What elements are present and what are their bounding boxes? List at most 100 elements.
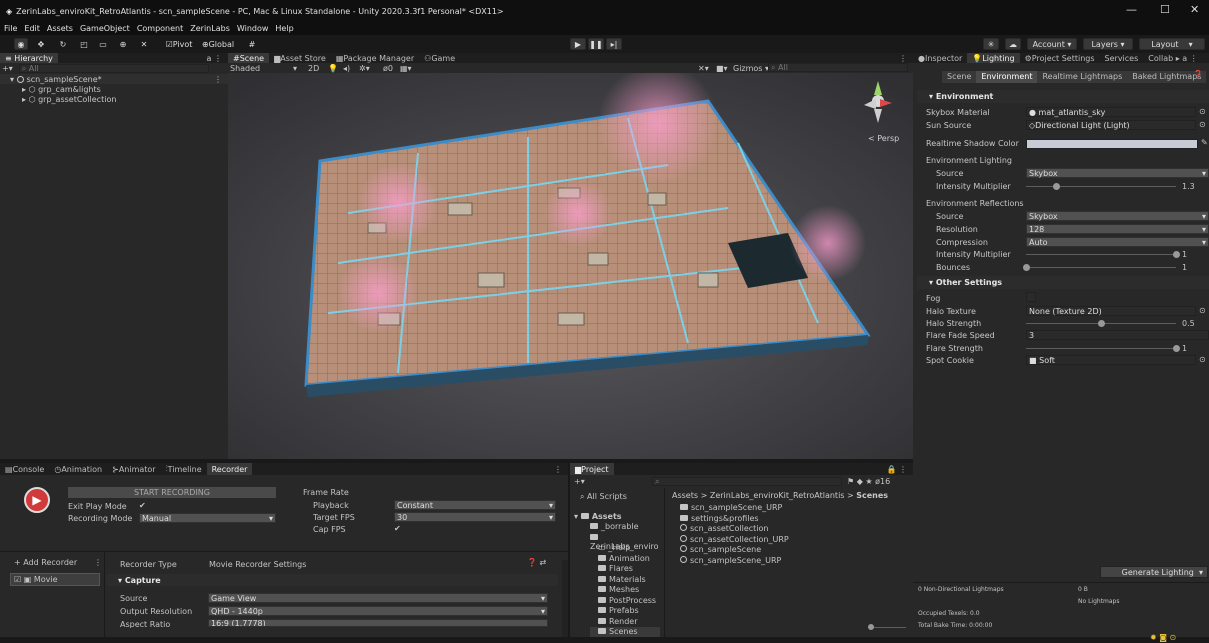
fog-checkbox[interactable] <box>1026 292 1036 302</box>
reflection-intensity-slider[interactable] <box>1026 254 1176 255</box>
hierarchy-scene-row[interactable]: ▾ scn_sampleScene* ⋮ <box>0 74 228 84</box>
tab-project-settings[interactable]: ⚙ Project Settings <box>1020 53 1100 63</box>
add-icon[interactable]: +▾ <box>2 64 13 73</box>
tree-item[interactable]: ZerinLabs_enviro <box>590 533 660 551</box>
capture-section-header[interactable]: ▾ Capture <box>106 574 558 586</box>
maximize-button[interactable]: ☐ <box>1160 3 1170 16</box>
tab-animator[interactable]: ⊱ Animator <box>107 463 160 475</box>
tab-hierarchy[interactable]: ≡ Hierarchy <box>0 53 58 63</box>
tab-lighting[interactable]: 💡 Lighting <box>967 53 1020 63</box>
tree-root-assets[interactable]: ▾ Assets <box>574 512 622 521</box>
move-tool-icon[interactable]: ✥ <box>34 38 48 50</box>
scene-search-input[interactable]: ⌕ All <box>768 63 908 72</box>
lock-icon[interactable]: a ⋮ <box>207 54 222 63</box>
rect-tool-icon[interactable]: ▭ <box>96 38 110 50</box>
account-dropdown[interactable]: Account ▾ <box>1027 38 1077 50</box>
minimize-button[interactable]: — <box>1126 3 1137 16</box>
flare-strength-knob[interactable] <box>1173 345 1180 352</box>
cloud-icon[interactable]: ☁ <box>1005 38 1021 50</box>
file-item[interactable]: settings&profiles <box>680 514 789 525</box>
2d-toggle[interactable]: 2D <box>308 64 319 73</box>
step-button[interactable]: ▸| <box>606 38 622 50</box>
menu-component[interactable]: Component <box>137 24 183 33</box>
reflection-intensity-value[interactable]: 1 <box>1182 250 1187 259</box>
tab-recorder[interactable]: Recorder <box>206 463 253 475</box>
object-picker-icon[interactable]: ⊙ <box>1199 306 1206 315</box>
file-item[interactable]: scn_sampleScene <box>680 545 789 556</box>
tools-icon[interactable]: ✕▾ <box>698 64 709 73</box>
collab-icon[interactable]: ✳ <box>983 38 999 50</box>
project-filter-icons[interactable]: ⚑ ◆ ★ ø16 <box>847 477 890 486</box>
tree-item-selected[interactable]: Scenes <box>590 627 660 638</box>
tab-game[interactable]: ⚇ Game <box>419 53 460 63</box>
menu-gameobject[interactable]: GameObject <box>80 24 130 33</box>
menu-assets[interactable]: Assets <box>47 24 73 33</box>
tree-item[interactable]: Animation <box>590 554 660 565</box>
lighting-source-dropdown[interactable]: Skybox ▾ <box>1026 168 1209 178</box>
object-picker-icon[interactable]: ⊙ <box>1199 355 1206 364</box>
close-button[interactable]: ✕ <box>1190 3 1199 16</box>
breadcrumb-item[interactable]: Scenes <box>856 491 888 500</box>
tree-item[interactable]: Flares <box>590 564 660 575</box>
start-recording-button[interactable]: START RECORDING <box>68 487 276 498</box>
view-tool-icon[interactable]: ◉ <box>14 38 28 50</box>
tab-console[interactable]: ▤ Console <box>0 463 49 475</box>
record-button[interactable]: ▶ <box>24 487 50 513</box>
halo-texture-field[interactable]: None (Texture 2D) <box>1026 306 1196 316</box>
subtab-environment[interactable]: Environment <box>976 70 1038 83</box>
project-search-input[interactable]: ⌕ <box>652 477 842 486</box>
movie-recorder-item[interactable]: ☑ ▣ Movie <box>10 573 100 586</box>
recording-mode-dropdown[interactable]: Manual ▾ <box>139 513 276 523</box>
tab-timeline[interactable]: ⫶ Timeline <box>161 463 207 475</box>
shading-dropdown[interactable]: Shaded <box>230 64 260 73</box>
eyedropper-icon[interactable]: ✎ <box>1201 138 1208 147</box>
hierarchy-item[interactable]: ▸ ⬡ grp_cam&lights <box>0 84 228 94</box>
tab-scene[interactable]: # Scene <box>228 53 270 63</box>
help-icon[interactable]: ❓ <box>1193 70 1203 79</box>
flare-strength-value[interactable]: 1 <box>1182 344 1187 353</box>
resolution-dropdown[interactable]: 128 ▾ <box>1026 224 1209 234</box>
status-icons[interactable]: ✹ ◙ ⊙ <box>1150 633 1176 643</box>
scene-viewport[interactable]: < Persp <box>228 73 913 459</box>
hierarchy-search-input[interactable]: ⌕ All <box>18 64 209 73</box>
menu-window[interactable]: Window <box>237 24 269 33</box>
audio-toggle-icon[interactable]: ◂) <box>343 64 350 73</box>
favorite-all-scripts[interactable]: ⌕ All Scripts <box>580 492 627 502</box>
tab-inspector[interactable]: ● Inspector <box>913 53 967 63</box>
flare-fade-input[interactable]: 3 <box>1026 330 1209 340</box>
file-item[interactable]: scn_sampleScene_URP <box>680 503 789 514</box>
pivot-toggle[interactable]: ☑ Pivot <box>163 38 195 50</box>
breadcrumb-item[interactable]: ZerinLabs_enviroKit_RetroAtlantis <box>710 491 845 500</box>
cap-fps-checkbox[interactable]: ✔ <box>394 524 401 533</box>
snap-grid-icon[interactable]: # <box>245 38 259 50</box>
hidden-objects-icon[interactable]: ø0 <box>383 64 393 73</box>
play-button[interactable]: ▶ <box>570 38 586 50</box>
tree-item[interactable]: Prefabs <box>590 606 660 617</box>
tab-collab[interactable]: Collab ▸ a ⋮ <box>1143 53 1202 63</box>
add-recorder-button[interactable]: + Add Recorder <box>14 558 77 567</box>
intensity-slider[interactable] <box>1026 186 1176 187</box>
spot-cookie-field[interactable]: ■ Soft <box>1026 355 1196 365</box>
recorder-list-more-icon[interactable]: ⋮ <box>94 558 102 567</box>
object-picker-icon[interactable]: ⊙ <box>1199 107 1206 116</box>
icon-size-slider[interactable] <box>870 627 906 628</box>
transform-tool-icon[interactable]: ⊕ <box>116 38 130 50</box>
global-toggle[interactable]: ⊕ Global <box>200 38 236 50</box>
custom-tool-icon[interactable]: ✕ <box>137 38 151 50</box>
object-picker-icon[interactable]: ⊙ <box>1199 120 1206 129</box>
lighting-toggle-icon[interactable]: 💡 <box>328 64 338 73</box>
tab-project[interactable]: ▆ Project <box>570 463 614 475</box>
tab-services[interactable]: Services <box>1100 53 1144 63</box>
bounces-value[interactable]: 1 <box>1182 263 1187 272</box>
halo-strength-knob[interactable] <box>1098 320 1105 327</box>
menu-zerinlabs[interactable]: ZerinLabs <box>190 24 230 33</box>
halo-strength-value[interactable]: 0.5 <box>1182 319 1195 328</box>
menu-file[interactable]: File <box>4 24 17 33</box>
persp-label[interactable]: < Persp <box>868 134 899 143</box>
gizmos-dropdown[interactable]: Gizmos ▾ <box>733 64 769 73</box>
breadcrumb-item[interactable]: Assets <box>672 491 698 500</box>
reflection-source-dropdown[interactable]: Skybox ▾ <box>1026 211 1209 221</box>
pause-button[interactable]: ❚❚ <box>588 38 604 50</box>
bounces-knob[interactable] <box>1023 264 1030 271</box>
other-settings-header[interactable]: ▾ Other Settings <box>917 276 1209 289</box>
